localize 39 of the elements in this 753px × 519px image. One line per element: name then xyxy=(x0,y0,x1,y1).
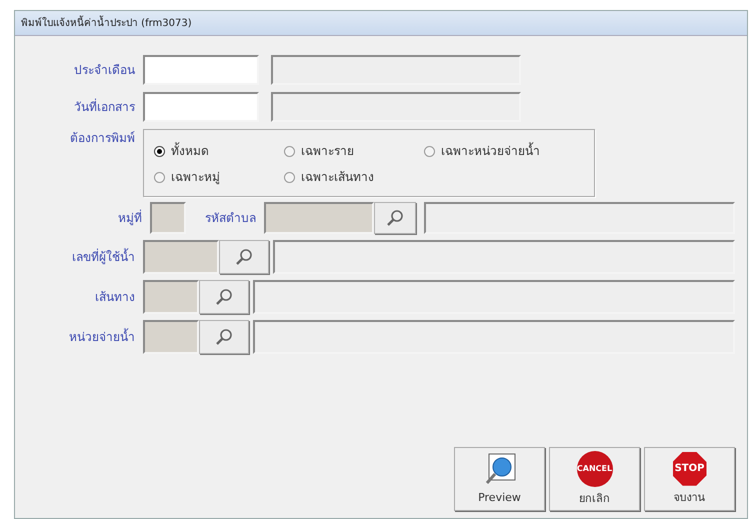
radio-label[interactable]: เฉพาะเส้นทาง xyxy=(301,168,374,186)
field-label: วันที่เอกสาร xyxy=(73,98,136,116)
code-field[interactable] xyxy=(143,320,199,354)
search-icon xyxy=(215,288,233,306)
toolbar-button[interactable]: STOP จบงาน xyxy=(644,447,735,511)
date-input[interactable] xyxy=(143,55,259,85)
field-label: เลขที่ผู้ใช้น้ำ xyxy=(71,248,136,266)
radio-label[interactable]: เฉพาะหมู่ xyxy=(171,168,220,186)
radio-button[interactable] xyxy=(154,146,165,156)
search-icon xyxy=(215,328,233,346)
code-field[interactable] xyxy=(143,240,219,274)
lookup-button[interactable] xyxy=(374,202,416,234)
lookup-button[interactable] xyxy=(219,240,269,274)
toolbar-button[interactable]: Preview xyxy=(454,447,545,511)
window-title: พิมพ์ใบแจ้งหนี้ค่าน้ำประปา (frm3073) xyxy=(21,16,192,30)
field-label: ประจำเดือน xyxy=(73,62,136,79)
radio-label[interactable]: เฉพาะหน่วยจ่ายน้ำ xyxy=(441,142,540,160)
field-label: เส้นทาง xyxy=(94,289,136,306)
radio-button[interactable] xyxy=(154,172,165,182)
code-field[interactable] xyxy=(143,280,199,314)
village-field[interactable] xyxy=(150,202,186,234)
toolbar-button[interactable]: CANCEL ยกเลิก xyxy=(549,447,640,511)
field-label: รหัสตำบล xyxy=(204,210,257,227)
field-label: ต้องการพิมพ์ xyxy=(69,130,136,147)
field-label: หมู่ที่ xyxy=(117,209,143,227)
search-icon xyxy=(235,248,253,266)
subdistrict-field[interactable] xyxy=(264,202,374,234)
lookup-button[interactable] xyxy=(199,280,249,314)
date-input[interactable] xyxy=(143,92,259,122)
radio-label[interactable]: เฉพาะราย xyxy=(301,142,354,160)
radio-button[interactable] xyxy=(424,146,435,156)
search-icon xyxy=(386,209,404,227)
stop-sign-icon: STOP xyxy=(672,452,706,486)
cancel-icon: CANCEL xyxy=(576,450,612,487)
lookup-button[interactable] xyxy=(199,320,249,354)
radio-button[interactable] xyxy=(284,172,295,182)
field-label: หน่วยจ่ายน้ำ xyxy=(68,328,136,346)
radio-button[interactable] xyxy=(284,146,295,156)
radio-label[interactable]: ทั้งหมด xyxy=(171,142,209,160)
